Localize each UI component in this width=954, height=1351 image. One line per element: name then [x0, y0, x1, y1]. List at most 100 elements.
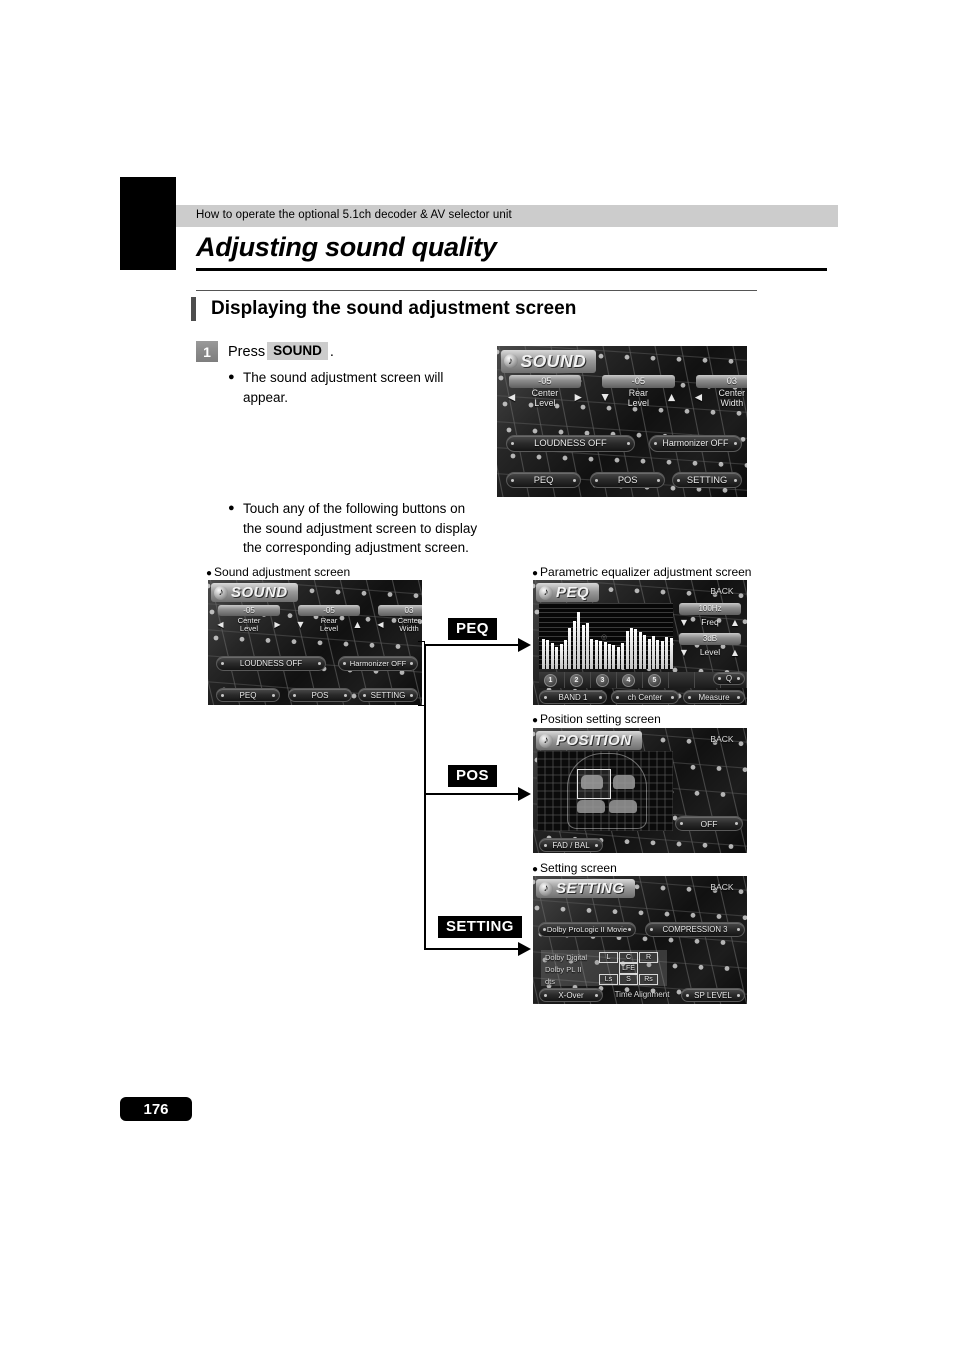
chevron-left-icon[interactable]: ◀ [504, 390, 519, 405]
channel-select-button[interactable]: ch Center [611, 690, 679, 704]
measure-button[interactable]: Measure [683, 690, 745, 704]
band-slot[interactable] [669, 672, 695, 688]
flow-label-setting[interactable]: SETTING [438, 916, 522, 938]
matrix-cell-Ls: Ls [599, 974, 618, 985]
chevron-down-icon[interactable]: ▼ [597, 390, 612, 405]
pill-label: SETTING [686, 475, 728, 486]
matrix-row-label-3: dts [545, 977, 556, 986]
eq-bar [643, 634, 647, 669]
loudness-toggle-button[interactable]: LOUDNESS OFF [216, 656, 326, 671]
selected-position-indicator[interactable] [577, 769, 611, 799]
setting-button[interactable]: SETTING [358, 688, 418, 702]
param-label-2: Rear Level [613, 388, 664, 408]
pill-dot-right [733, 441, 737, 445]
screen-title-bar: ♪ PEQ [536, 583, 600, 602]
chevron-up-icon[interactable]: ▲ [664, 390, 679, 405]
chevron-right-icon[interactable]: ▶ [271, 618, 284, 631]
pill-dot-right [572, 478, 576, 482]
freq-up-icon[interactable]: ▲ [729, 616, 741, 628]
pill-label: LOUDNESS OFF [534, 438, 607, 449]
position-setting-screen[interactable]: ♪ POSITION BACK OFF FAD / BAL [533, 728, 747, 853]
caption-sound-screen: Sound adjustment screen [206, 565, 350, 579]
front-right-seat[interactable] [613, 775, 635, 789]
pill-dot-right [671, 695, 674, 699]
band-number-4[interactable]: 4 [622, 674, 635, 687]
back-button[interactable]: BACK [701, 733, 743, 745]
harmonizer-toggle-button[interactable]: Harmonizer OFF [648, 434, 742, 452]
eq-bar [608, 643, 611, 669]
chevron-right-icon[interactable]: ▶ [571, 390, 586, 405]
pill-label: Harmonizer OFF [662, 438, 729, 449]
pill-label: OFF [700, 818, 718, 829]
pos-button[interactable]: POS [288, 688, 352, 702]
band-number-3[interactable]: 3 [596, 674, 609, 687]
chevron-down-icon[interactable]: ▼ [294, 618, 307, 631]
freq-down-icon[interactable]: ▼ [678, 616, 690, 628]
position-off-button[interactable]: OFF [675, 816, 743, 831]
flow-arrowhead-setting [518, 942, 531, 956]
screen-title-bar: ♪ SETTING [536, 879, 635, 898]
matrix-cell-R: R [639, 952, 658, 963]
sound-adjustment-screen[interactable]: ♪ SOUND -05 Center Level ◀ ▶ -05 Rear Level ▼ ▲ 03 Ce… [208, 580, 422, 705]
chevron-left-icon[interactable]: ◀ [374, 618, 387, 631]
matrix-row-label-2: Dolby PL II [545, 965, 582, 974]
eq-bar [594, 639, 598, 669]
sound-key-chip[interactable]: SOUND [267, 342, 328, 360]
peq-adjustment-screen[interactable]: ♪ PEQ BACK ◎ 100Hz Freq ▼ ▲ 3dB Level ▼ ▲ 1 2 3 4 5 Q BAND… [533, 580, 747, 705]
peq-button[interactable]: PEQ [506, 472, 581, 489]
fad-bal-button[interactable]: FAD / BAL [539, 838, 603, 852]
pill-dot-left [511, 478, 515, 482]
eq-bar [581, 625, 585, 669]
eq-bar [568, 628, 572, 669]
eq-gridline [539, 626, 673, 628]
pill-label: SETTING [370, 690, 406, 700]
step-period: . [329, 344, 334, 360]
chevron-up-icon[interactable]: ▲ [351, 618, 364, 631]
band-select-button[interactable]: BAND 1 [539, 690, 607, 704]
section-accent-bar [191, 297, 196, 321]
pill-dot-left [680, 822, 683, 825]
sp-level-button[interactable]: SP LEVEL [681, 988, 745, 1002]
rear-left-seat[interactable] [577, 800, 605, 813]
band-number-2[interactable]: 2 [570, 674, 583, 687]
level-up-icon[interactable]: ▲ [729, 646, 741, 658]
back-button[interactable]: BACK [701, 881, 743, 893]
flow-bracket-top-tick [418, 641, 425, 642]
peq-button[interactable]: PEQ [216, 688, 280, 702]
time-alignment-button[interactable]: Time Alignment [609, 988, 675, 1000]
compression-button[interactable]: COMPRESSION 3 [645, 922, 745, 937]
harmonizer-toggle-button[interactable]: Harmonizer OFF [338, 656, 418, 671]
param-label-1: Center Level [519, 388, 570, 408]
x-over-button[interactable]: X-Over [539, 988, 603, 1002]
caption-peq-screen: Parametric equalizer adjustment screen [532, 565, 751, 579]
flow-label-pos[interactable]: POS [448, 765, 497, 787]
back-button[interactable]: BACK [701, 585, 743, 597]
flow-label-peq[interactable]: PEQ [448, 618, 497, 640]
pill-dot-right [344, 693, 347, 697]
level-down-icon[interactable]: ▼ [678, 646, 690, 658]
band-number-1[interactable]: 1 [544, 674, 557, 687]
pill-label: Measure [698, 692, 730, 702]
q-button[interactable]: Q [713, 672, 745, 685]
equalizer-graph[interactable]: ◎ [539, 603, 673, 669]
loudness-toggle-button[interactable]: LOUDNESS OFF [506, 434, 635, 452]
pill-label: Harmonizer OFF [349, 659, 407, 668]
eq-bar [559, 643, 563, 669]
eq-bar [616, 646, 620, 669]
pos-button[interactable]: POS [590, 472, 665, 489]
chevron-left-icon[interactable]: ◀ [691, 390, 706, 405]
setting-button[interactable]: SETTING [672, 472, 742, 489]
pill-dot-right [595, 843, 598, 847]
chevron-left-icon[interactable]: ◀ [214, 618, 227, 631]
setting-screen[interactable]: ♪ SETTING BACK Dolby ProLogic II Movie COMPR… [533, 876, 747, 1004]
eq-gridline [539, 621, 673, 623]
flow-arrowhead-pos [518, 787, 531, 801]
pill-label: COMPRESSION 3 [662, 925, 728, 934]
band-number-5[interactable]: 5 [648, 674, 661, 687]
pill-label: FAD / BAL [552, 840, 590, 850]
dolby-mode-button[interactable]: Dolby ProLogic II Movie [538, 922, 636, 937]
bullet-screen-appears: ● The sound adjustment screen will appea… [228, 368, 473, 407]
param-value-3: 03 [378, 605, 422, 616]
pill-dot-right [410, 662, 413, 665]
rear-right-seat[interactable] [609, 800, 637, 813]
